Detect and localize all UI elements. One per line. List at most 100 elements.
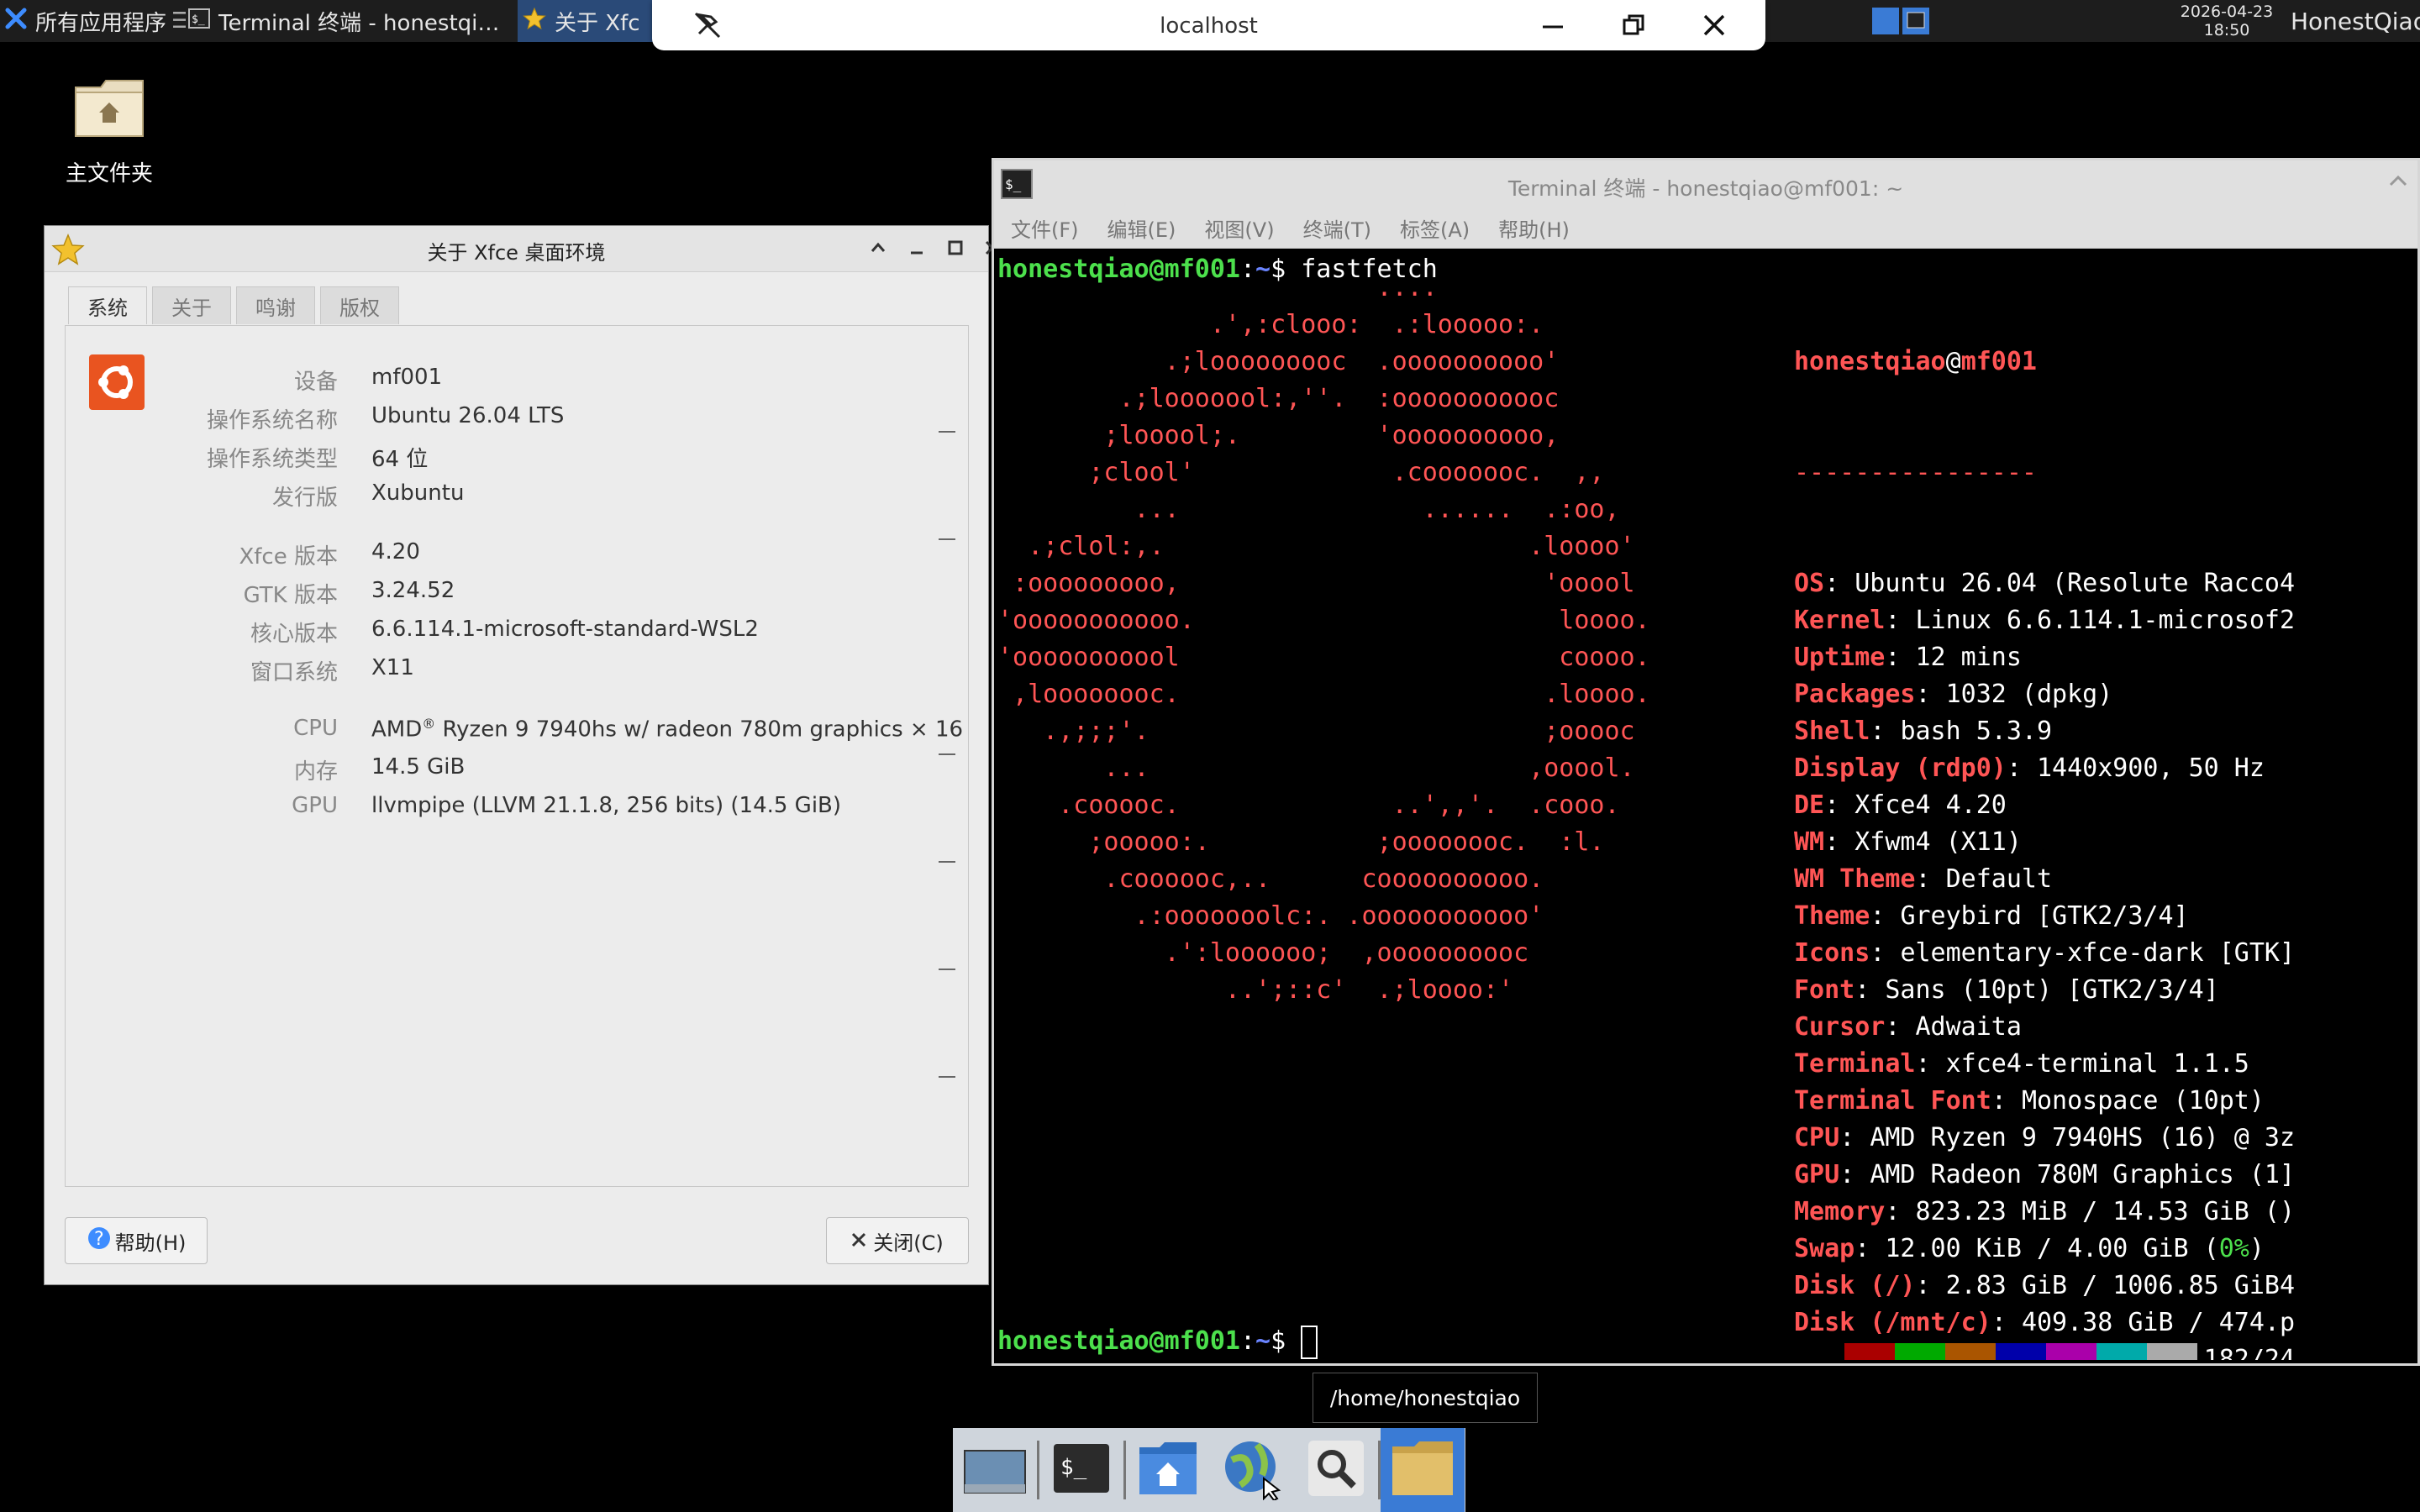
- fastfetch-line: Swap: 12.00 KiB / 4.00 GiB (0%): [1794, 1231, 2295, 1268]
- fastfetch-value: 12 mins: [1916, 643, 2022, 672]
- close-icon: [851, 1229, 866, 1252]
- fastfetch-line: WM: Xfwm4 (X11): [1794, 824, 2295, 861]
- fastfetch-value: bash 5.3.9: [1900, 717, 2052, 746]
- xfce-logo-icon: [5, 8, 27, 35]
- fastfetch-key: Cursor: [1794, 1012, 1885, 1042]
- taskbar-item-terminal-label: Terminal 终端 - honestqi…: [218, 6, 499, 37]
- menu-help[interactable]: 帮助(H): [1498, 213, 1570, 243]
- desktop-home-folder[interactable]: 主文件夹: [50, 77, 168, 187]
- fastfetch-key: Memory: [1794, 1197, 1885, 1226]
- about-window-title: 关于 Xfce 桌面环境: [45, 236, 988, 265]
- palette-swatch: [1895, 1343, 1945, 1360]
- tooltip: /home/honestqiao: [1313, 1373, 1538, 1423]
- file-manager-launcher[interactable]: [1381, 1428, 1465, 1512]
- terminal-launcher[interactable]: $_: [1039, 1428, 1123, 1512]
- info-user: honestqiao: [1794, 347, 1946, 376]
- taskbar-item-about[interactable]: 关于 Xfc: [518, 0, 657, 42]
- fastfetch-line: WM Theme: Default: [1794, 861, 2295, 898]
- info-key: Xfce 版本: [239, 539, 338, 570]
- info-title: honestqiao@mf001: [1794, 344, 2295, 381]
- menu-file[interactable]: 文件(F): [1011, 213, 1079, 243]
- info-value: Ubuntu 26.04 LTS: [371, 403, 564, 428]
- palette-swatch: [2147, 1343, 2197, 1360]
- applications-menu-button[interactable]: 所有应用程序 ☰: [0, 0, 186, 42]
- info-row-window-system: 窗口系统X11: [66, 655, 970, 689]
- clock[interactable]: 2026-04-23 18:50: [2176, 0, 2277, 42]
- fastfetch-value: ): [2249, 1234, 2265, 1263]
- minimize-icon[interactable]: [902, 233, 932, 263]
- fastfetch-line: Icons: elementary-xfce-dark [GTK]: [1794, 935, 2295, 972]
- show-desktop-icon: [961, 1439, 1028, 1501]
- file-manager-icon: [1389, 1438, 1456, 1502]
- prompt-symbol: $: [1270, 1326, 1301, 1356]
- info-row-memory: 内存14.5 GiB: [66, 754, 970, 788]
- fastfetch-value: Greybird [GTK2/3/4]: [1900, 901, 2188, 931]
- close-button[interactable]: 关闭(C): [826, 1217, 969, 1264]
- app-finder-launcher[interactable]: [1294, 1428, 1378, 1512]
- info-key: CPU: [293, 716, 338, 741]
- palette-swatch: [1945, 1343, 1996, 1360]
- show-desktop-button[interactable]: [953, 1428, 1037, 1512]
- menu-view[interactable]: 视图(V): [1204, 213, 1274, 243]
- tab-system[interactable]: 系统: [68, 286, 147, 324]
- fastfetch-value: 1440x900, 50 Hz: [2037, 753, 2265, 783]
- about-window-titlebar[interactable]: 关于 Xfce 桌面环境: [45, 226, 988, 272]
- info-key: 操作系统名称: [207, 403, 338, 434]
- maximize-icon[interactable]: [940, 233, 971, 263]
- fastfetch-colon: :: [1885, 643, 1915, 672]
- help-button[interactable]: ? 帮助(H): [65, 1217, 208, 1264]
- fastfetch-key: Font: [1794, 975, 1854, 1005]
- info-value: llvmpipe (LLVM 21.1.8, 256 bits) (14.5 G…: [371, 793, 841, 818]
- divider: [939, 861, 955, 863]
- tab-about[interactable]: 关于: [152, 286, 231, 324]
- user-menu[interactable]: HonestQiao: [2291, 0, 2420, 42]
- remote-host-title: localhost: [652, 13, 1765, 39]
- fastfetch-line: Disk (/): 2.83 GiB / 1006.85 GiB4: [1794, 1268, 2295, 1305]
- info-value: 64 位: [371, 442, 428, 473]
- tab-copyright[interactable]: 版权: [320, 286, 399, 324]
- fastfetch-value: AMD Ryzen 9 7940HS (16) @ 3z: [1870, 1123, 2295, 1152]
- help-button-label: 帮助(H): [115, 1226, 187, 1256]
- home-folder-launcher[interactable]: [1126, 1428, 1210, 1512]
- taskbar-item-about-label: 关于 Xfc: [555, 6, 640, 37]
- fastfetch-key: Packages: [1794, 680, 1916, 709]
- fastfetch-line: Theme: Greybird [GTK2/3/4]: [1794, 898, 2295, 935]
- fastfetch-value: Adwaita: [1916, 1012, 2022, 1042]
- shade-icon[interactable]: [863, 233, 893, 263]
- web-browser-launcher[interactable]: [1210, 1428, 1294, 1512]
- terminal-output[interactable]: honestqiao@mf001:~$ fastfetch .... .',:c…: [997, 251, 2417, 1360]
- fastfetch-line: Memory: 823.23 MiB / 14.53 GiB (): [1794, 1194, 2295, 1231]
- workspace-switcher[interactable]: [1870, 0, 1936, 42]
- prompt-path: ~: [1255, 1326, 1270, 1356]
- tab-credits[interactable]: 鸣谢: [236, 286, 315, 324]
- svg-text:$_: $_: [1060, 1455, 1087, 1480]
- cpu-vendor: AMD: [371, 717, 422, 743]
- info-row-os-type: 操作系统类型64 位: [66, 442, 970, 475]
- info-row-distro: 发行版Xubuntu: [66, 480, 970, 514]
- info-host: mf001: [1961, 347, 2037, 376]
- terminal-window: $_ Terminal 终端 - honestqiao@mf001: ~ 文件(…: [992, 158, 2420, 1366]
- restore-icon[interactable]: [1613, 7, 1654, 44]
- fastfetch-key: Icons: [1794, 938, 1870, 968]
- fastfetch-colon: :: [2007, 753, 2037, 783]
- palette-swatch: [1794, 1343, 1844, 1360]
- info-value: Xubuntu: [371, 480, 464, 506]
- shade-icon[interactable]: [2387, 171, 2409, 196]
- info-row-gpu: GPUllvmpipe (LLVM 21.1.8, 256 bits) (14.…: [66, 793, 970, 827]
- fastfetch-value: AMD Radeon 780M Graphics (1]: [1870, 1160, 2295, 1189]
- minimize-icon[interactable]: [1533, 7, 1573, 44]
- fastfetch-line: CPU: AMD Ryzen 9 7940HS (16) @ 3z: [1794, 1120, 2295, 1157]
- taskbar-item-terminal[interactable]: $_ Terminal 终端 - honestqi…: [183, 0, 520, 42]
- info-value: AMD® Ryzen 9 7940hs w/ radeon 780m graph…: [371, 716, 963, 743]
- palette-swatch: [2096, 1343, 2147, 1360]
- menu-edit[interactable]: 编辑(E): [1107, 213, 1176, 243]
- info-row-gtk-version: GTK 版本3.24.52: [66, 578, 970, 612]
- terminal-titlebar[interactable]: $_ Terminal 终端 - honestqiao@mf001: ~: [994, 160, 2417, 207]
- fastfetch-colon: :: [1991, 1086, 2022, 1116]
- close-icon[interactable]: [1694, 7, 1734, 44]
- fastfetch-colon: :: [1991, 1308, 2022, 1337]
- fastfetch-line: Packages: 1032 (dpkg): [1794, 676, 2295, 713]
- about-tabs: 系统 关于 鸣谢 版权: [68, 286, 404, 325]
- menu-terminal[interactable]: 终端(T): [1303, 213, 1371, 243]
- menu-tabs[interactable]: 标签(A): [1400, 213, 1470, 243]
